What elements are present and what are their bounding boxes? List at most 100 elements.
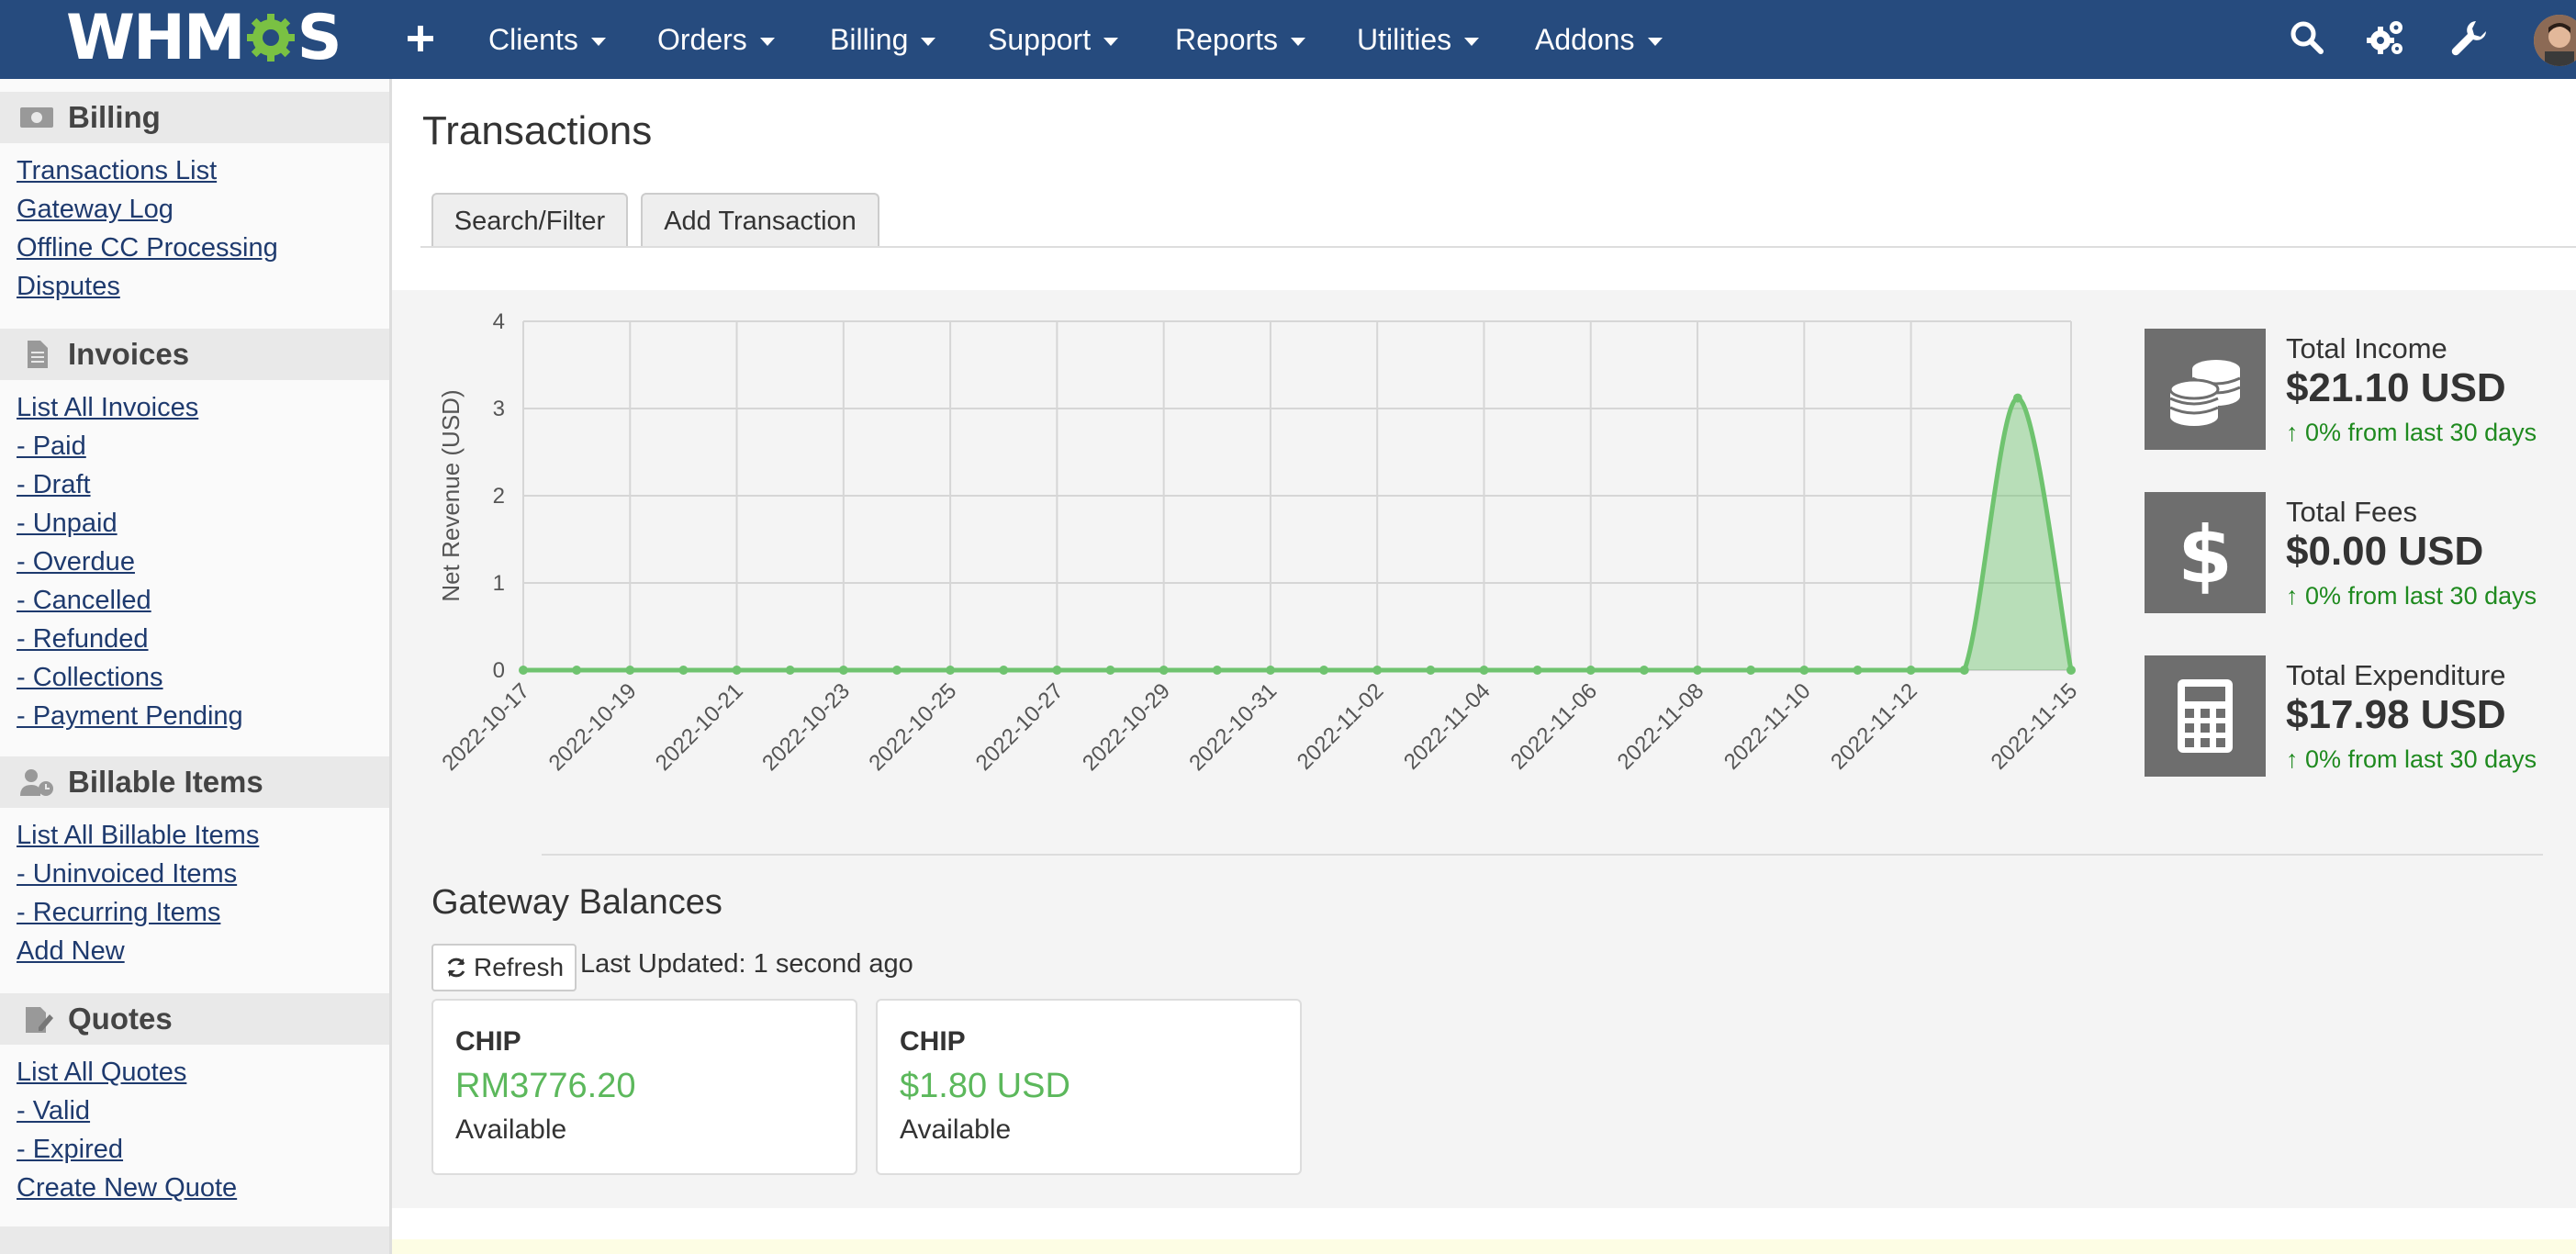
gateway-amount: $1.80 USD [900, 1067, 1070, 1105]
chevron-down-icon [921, 37, 936, 46]
x-tick-label: 2022-11-12 [1826, 678, 1922, 775]
x-tick-label: 2022-11-02 [1293, 678, 1389, 775]
wrench-icon[interactable] [2447, 17, 2490, 59]
chevron-down-icon [1464, 37, 1480, 46]
data-point [625, 666, 635, 675]
plus-icon[interactable] [400, 18, 441, 59]
calculator-icon-box [2145, 655, 2266, 777]
nav-support-label: Support [988, 22, 1092, 56]
avatar[interactable] [2534, 15, 2576, 66]
bottom-notice-strip [392, 1239, 2576, 1254]
cogs-icon[interactable] [2365, 17, 2407, 59]
sidebar-link-overdue[interactable]: - Overdue [17, 547, 135, 577]
sidebar-link-list-all-billable-items[interactable]: List All Billable Items [17, 821, 259, 851]
y-tick-label: 4 [493, 309, 505, 334]
sidebar-link-create-new-quote[interactable]: Create New Quote [17, 1173, 237, 1204]
nav-orders[interactable]: Orders [657, 0, 775, 79]
sidebar-link-transactions-list[interactable]: Transactions List [17, 156, 217, 186]
sidebar-link-collections[interactable]: - Collections [17, 663, 163, 693]
data-point [838, 666, 848, 675]
whmcs-logo[interactable]: WHM S [66, 1, 342, 74]
sidebar-link-add-new[interactable]: Add New [17, 936, 125, 967]
data-point [1052, 666, 1062, 675]
sidebar-link-unpaid[interactable]: - Unpaid [17, 509, 118, 539]
sidebar-link-cancelled[interactable]: - Cancelled [17, 586, 151, 616]
chevron-down-icon [759, 37, 775, 46]
nav-clients[interactable]: Clients [488, 0, 606, 79]
section-divider [542, 854, 2543, 856]
nav-addons[interactable]: Addons [1535, 0, 1663, 79]
sidebar-link-uninvoiced-items[interactable]: - Uninvoiced Items [17, 859, 237, 890]
x-tick-label: 2022-11-10 [1719, 678, 1816, 775]
x-tick-label: 2022-10-21 [651, 678, 748, 776]
net-revenue-chart: 012342022-10-17 2022-10-19 2022-10-21 2022-… [437, 309, 2083, 776]
sidebar-link-offline-cc-processing[interactable]: Offline CC Processing [17, 233, 278, 263]
refresh-icon [447, 957, 465, 978]
sidebar-link-list-all-quotes[interactable]: List All Quotes [17, 1058, 186, 1088]
sidebar-link-disputes[interactable]: Disputes [17, 272, 120, 302]
total-income-value: $21.10 USD [2286, 365, 2506, 410]
data-point [1853, 666, 1863, 675]
data-point [1479, 666, 1489, 675]
y-axis-label: Net Revenue (USD) [437, 389, 465, 601]
sidebar-link-payment-pending[interactable]: - Payment Pending [17, 701, 243, 732]
sidebar-link-gateway-log[interactable]: Gateway Log [17, 195, 174, 225]
page-title: Transactions [422, 108, 653, 153]
y-tick-label: 0 [493, 658, 505, 683]
search-icon[interactable] [2286, 17, 2328, 59]
nav-clients-label: Clients [488, 22, 578, 56]
data-point [891, 666, 902, 675]
quote-edit-icon [26, 1007, 53, 1033]
sidebar-link-refunded[interactable]: - Refunded [17, 624, 149, 655]
data-point [1746, 666, 1756, 675]
x-tick-label: 2022-10-17 [437, 678, 534, 776]
data-point [1265, 666, 1275, 675]
nav-reports[interactable]: Reports [1175, 0, 1306, 79]
data-point [1319, 666, 1329, 675]
gateway-status: Available [900, 1114, 1012, 1145]
nav-support[interactable]: Support [988, 0, 1119, 79]
data-point [946, 666, 956, 675]
sidebar-link-expired[interactable]: - Expired [17, 1135, 123, 1165]
data-point [1532, 666, 1542, 675]
refresh-button[interactable]: Refresh [431, 944, 577, 991]
y-tick-label: 1 [493, 571, 505, 596]
nav-utilities[interactable]: Utilities [1357, 0, 1480, 79]
data-point [785, 666, 795, 675]
nav-orders-label: Orders [657, 22, 747, 56]
sidebar: Billing Transactions List Gateway Log Of… [0, 79, 392, 1254]
last-updated-text: Last Updated: 1 second ago [580, 949, 913, 979]
sidebar-link-paid[interactable]: - Paid [17, 431, 86, 462]
nav-billing[interactable]: Billing [830, 0, 936, 79]
data-point [1212, 666, 1222, 675]
gateway-card: CHIP $1.80 USD Available [876, 999, 1302, 1175]
y-tick-label: 3 [493, 397, 505, 421]
data-point [678, 666, 689, 675]
sidebar-link-recurring-items[interactable]: - Recurring Items [17, 898, 220, 928]
data-point [1639, 666, 1649, 675]
chevron-down-icon [590, 37, 606, 46]
data-point [1959, 666, 1969, 675]
tab-search-filter[interactable]: Search/Filter [431, 193, 628, 248]
gateway-name: CHIP [900, 1026, 966, 1057]
x-tick-label: 2022-10-19 [544, 678, 642, 776]
x-tick-label: 2022-10-25 [864, 678, 961, 776]
x-tick-label: 2022-11-08 [1613, 678, 1709, 775]
sidebar-section-billable-items: Billable Items [0, 756, 389, 808]
total-income-trend-text: 0% from last 30 days [2305, 419, 2537, 446]
sidebar-section-billing: Billing [0, 92, 389, 143]
sidebar-link-draft[interactable]: - Draft [17, 470, 91, 500]
sidebar-link-valid[interactable]: - Valid [17, 1096, 90, 1126]
x-tick-label: 2022-11-15 [1987, 678, 2083, 775]
data-point [1372, 666, 1383, 675]
coins-icon [2168, 360, 2241, 426]
tab-divider [420, 246, 2576, 248]
sidebar-section-invoices: Invoices [0, 329, 389, 380]
logo-text-right: S [297, 1, 342, 74]
sidebar-link-list-all-invoices[interactable]: List All Invoices [17, 393, 198, 423]
tab-add-transaction[interactable]: Add Transaction [641, 193, 879, 248]
sidebar-section-next [0, 1226, 389, 1254]
data-point [999, 666, 1009, 675]
total-fees-label: Total Fees [2286, 496, 2418, 528]
coins-icon-box [2145, 329, 2266, 450]
